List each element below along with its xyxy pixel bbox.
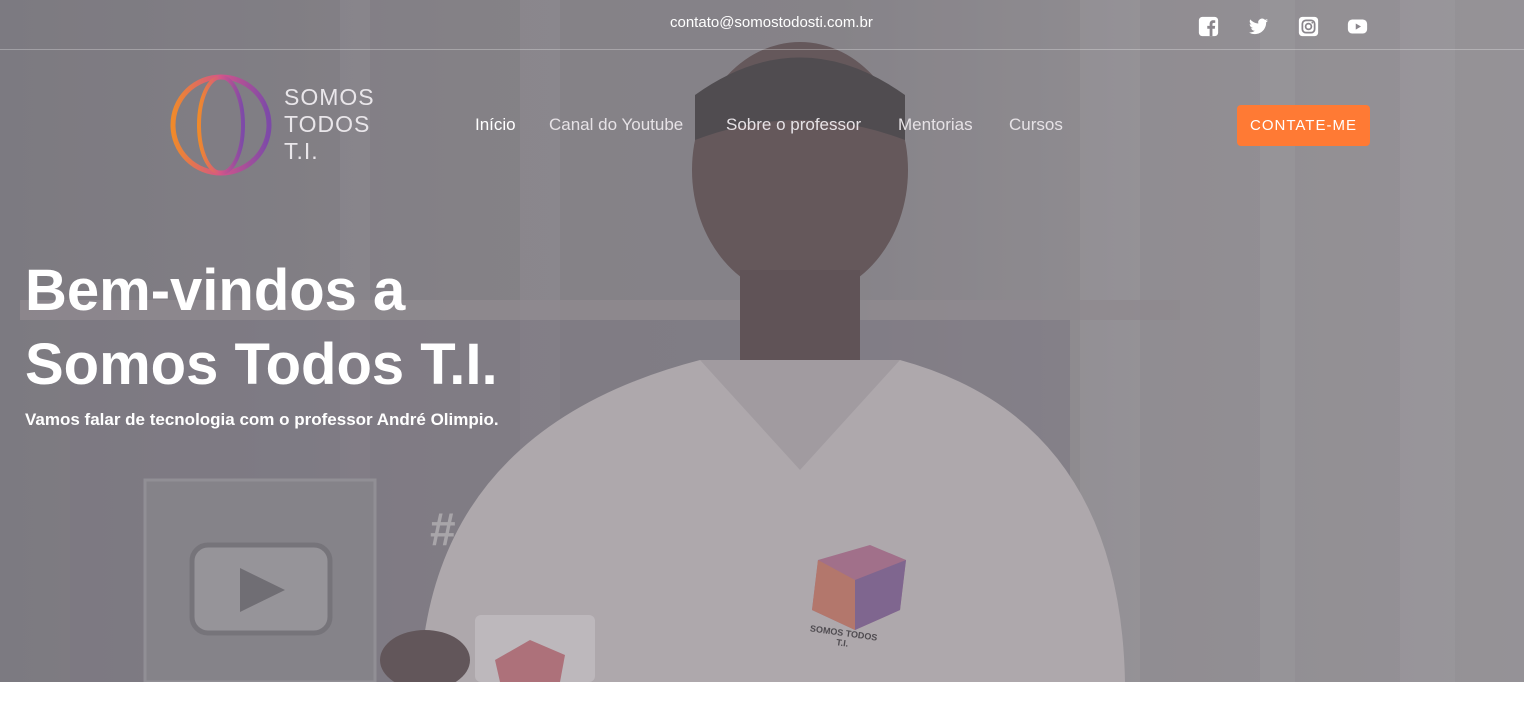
nav-item-mentorias[interactable]: Mentorias [898,115,973,135]
logo-line-3: T.I. [284,138,319,164]
logo-line-2: TODOS [284,111,371,137]
hero-title-line-2: Somos Todos T.I. [25,332,498,397]
youtube-icon[interactable] [1347,16,1368,37]
contact-me-button[interactable]: CONTATE-ME [1237,105,1370,146]
logo-wordmark: SOMOS TODOS T.I. [284,84,375,165]
hero-title: Bem-vindos a Somos Todos T.I. [25,254,725,402]
twitter-icon[interactable] [1248,16,1269,37]
nav-item-cursos[interactable]: Cursos [1009,115,1063,135]
nav-item-sobre-o-professor[interactable]: Sobre o professor [726,115,861,135]
contact-email[interactable]: contato@somostodosti.com.br [670,14,873,31]
top-bar: contato@somostodosti.com.br [0,0,1524,50]
site-logo[interactable]: SOMOS TODOS T.I. [168,72,378,178]
nav-item-inicio[interactable]: Início [475,115,516,135]
instagram-icon[interactable] [1298,16,1319,37]
nav-item-canal-do-youtube[interactable]: Canal do Youtube [549,115,683,135]
globe-icon [170,74,272,176]
logo-line-1: SOMOS [284,84,375,110]
hero-section: # SOMOS TODOS T.I. contato@somostodosti.… [0,0,1524,682]
hero-title-line-1: Bem-vindos a [25,258,406,323]
facebook-icon[interactable] [1198,16,1219,37]
hero-subtitle: Vamos falar de tecnologia com o professo… [25,410,499,429]
